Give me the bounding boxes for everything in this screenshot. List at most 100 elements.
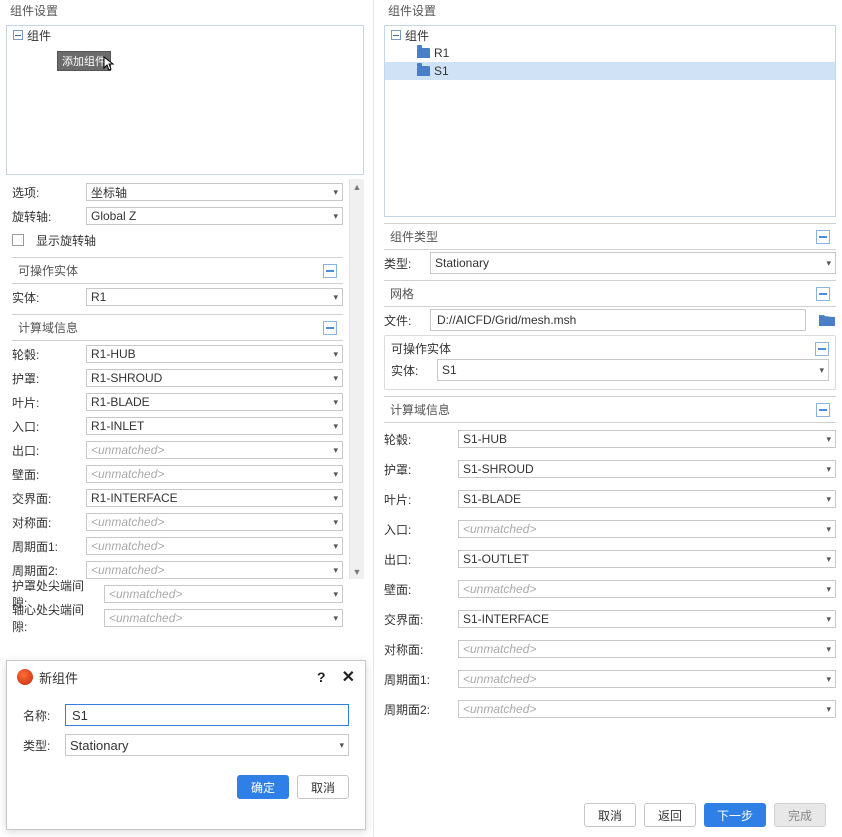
help-icon[interactable]: ? <box>317 669 326 685</box>
dialog-title: 新组件 <box>39 668 78 687</box>
dlg-cancel-button[interactable]: 取消 <box>297 775 349 799</box>
tree-collapse-icon[interactable] <box>391 30 401 40</box>
field-select[interactable]: R1-BLADE▾ <box>86 393 343 411</box>
field-select[interactable]: R1-SHROUD▾ <box>86 369 343 387</box>
field-select[interactable]: S1-BLADE▾ <box>458 490 836 508</box>
options-select[interactable]: 坐标轴▾ <box>86 183 343 201</box>
tree-item-label: R1 <box>434 46 449 60</box>
field-label: 出口: <box>12 442 80 459</box>
tree-root-label[interactable]: 组件 <box>27 27 51 44</box>
field-label: 对称面: <box>384 641 452 658</box>
field-label: 对称面: <box>12 514 80 531</box>
field-label: 壁面: <box>12 466 80 483</box>
collapse-icon[interactable] <box>323 321 337 335</box>
mesh-section-label: 网格 <box>390 285 414 302</box>
field-label: 壁面: <box>384 581 452 598</box>
back-button[interactable]: 返回 <box>644 803 696 827</box>
field-select[interactable]: <unmatched>▾ <box>86 513 343 531</box>
dlg-type-label: 类型: <box>23 737 59 754</box>
tree-item[interactable]: S1 <box>385 62 835 80</box>
field-label: 交界面: <box>12 490 80 507</box>
file-input[interactable]: D://AICFD/Grid/mesh.msh <box>430 309 806 331</box>
field-label: 护罩: <box>12 370 80 387</box>
domain-section-label: 计算域信息 <box>18 319 78 336</box>
right-tree[interactable]: 组件 R1 S1 <box>384 25 836 217</box>
folder-icon <box>417 48 430 58</box>
operable-section-label: 可操作实体 <box>18 262 78 279</box>
cursor-icon <box>103 56 117 75</box>
field-select[interactable]: <unmatched>▾ <box>104 609 343 627</box>
field-label: 入口: <box>384 521 452 538</box>
entity-select[interactable]: R1▾ <box>86 288 343 306</box>
operable-section-label: 可操作实体 <box>391 340 451 357</box>
field-select[interactable]: <unmatched>▾ <box>458 520 836 538</box>
file-label: 文件: <box>384 312 424 329</box>
options-label: 选项: <box>12 184 80 201</box>
cancel-button[interactable]: 取消 <box>584 803 636 827</box>
field-select[interactable]: <unmatched>▾ <box>86 561 343 579</box>
field-label: 轮毂: <box>384 431 452 448</box>
type-select[interactable]: Stationary▾ <box>430 252 836 274</box>
collapse-icon[interactable] <box>816 287 830 301</box>
collapse-icon[interactable] <box>816 230 830 244</box>
field-select[interactable]: <unmatched>▾ <box>86 465 343 483</box>
field-select[interactable]: <unmatched>▾ <box>458 700 836 718</box>
tree-root-label[interactable]: 组件 <box>405 27 429 44</box>
field-select[interactable]: S1-HUB▾ <box>458 430 836 448</box>
close-icon[interactable]: ✕ <box>342 667 355 687</box>
next-button[interactable]: 下一步 <box>704 803 766 827</box>
folder-open-icon[interactable] <box>818 312 836 328</box>
left-tree[interactable]: 组件 添加组件 <box>6 25 364 175</box>
scroll-down-icon[interactable]: ▼ <box>350 564 365 579</box>
scrollbar[interactable]: ▲ ▼ <box>349 179 364 579</box>
right-panel-title: 组件设置 <box>378 0 842 21</box>
field-label: 入口: <box>12 418 80 435</box>
domain-section-label: 计算域信息 <box>390 401 450 418</box>
dlg-name-label: 名称: <box>23 707 59 724</box>
field-label: 周期面2: <box>12 562 80 579</box>
left-panel-title: 组件设置 <box>0 0 370 21</box>
dlg-name-input[interactable]: S1 <box>65 704 349 726</box>
field-select[interactable]: R1-INLET▾ <box>86 417 343 435</box>
field-select[interactable]: <unmatched>▾ <box>86 441 343 459</box>
field-select[interactable]: <unmatched>▾ <box>86 537 343 555</box>
field-label: 交界面: <box>384 611 452 628</box>
entity-label: 实体: <box>12 289 80 306</box>
field-label: 周期面1: <box>384 671 452 688</box>
folder-icon <box>417 66 430 76</box>
show-axis-checkbox[interactable] <box>12 234 24 246</box>
entity-label: 实体: <box>391 362 431 379</box>
field-label: 轴心处尖端间隙: <box>12 601 98 635</box>
field-label: 护罩: <box>384 461 452 478</box>
axis-label: 旋转轴: <box>12 208 80 225</box>
field-select[interactable]: S1-INTERFACE▾ <box>458 610 836 628</box>
field-select[interactable]: S1-SHROUD▾ <box>458 460 836 478</box>
field-label: 周期面2: <box>384 701 452 718</box>
tree-item-label: S1 <box>434 64 449 78</box>
finish-button[interactable]: 完成 <box>774 803 826 827</box>
entity-select[interactable]: S1▾ <box>437 359 829 381</box>
field-select[interactable]: <unmatched>▾ <box>458 580 836 598</box>
dlg-type-select[interactable]: Stationary▾ <box>65 734 349 756</box>
tree-item[interactable]: R1 <box>385 44 835 62</box>
field-label: 出口: <box>384 551 452 568</box>
app-icon <box>17 669 33 685</box>
dlg-ok-button[interactable]: 确定 <box>237 775 289 799</box>
field-select[interactable]: R1-HUB▾ <box>86 345 343 363</box>
collapse-icon[interactable] <box>816 403 830 417</box>
axis-select[interactable]: Global Z▾ <box>86 207 343 225</box>
field-label: 周期面1: <box>12 538 80 555</box>
field-select[interactable]: <unmatched>▾ <box>458 670 836 688</box>
new-component-dialog: 新组件 ? ✕ 名称: S1 类型: Stationary▾ 确定 取消 <box>6 660 366 830</box>
field-select[interactable]: <unmatched>▾ <box>458 640 836 658</box>
collapse-icon[interactable] <box>815 342 829 356</box>
field-select[interactable]: S1-OUTLET▾ <box>458 550 836 568</box>
tree-collapse-icon[interactable] <box>13 30 23 40</box>
show-axis-label: 显示旋转轴 <box>36 232 96 249</box>
field-label: 叶片: <box>12 394 80 411</box>
scroll-up-icon[interactable]: ▲ <box>350 179 365 194</box>
field-select[interactable]: <unmatched>▾ <box>104 585 343 603</box>
field-select[interactable]: R1-INTERFACE▾ <box>86 489 343 507</box>
type-label: 类型: <box>384 255 424 272</box>
collapse-icon[interactable] <box>323 264 337 278</box>
